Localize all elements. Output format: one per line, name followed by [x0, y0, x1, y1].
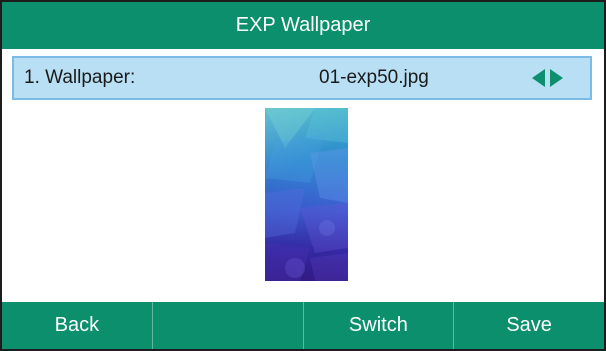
triangle-right-icon[interactable] [550, 69, 563, 87]
wallpaper-setting-row[interactable]: 1. Wallpaper: 01-exp50.jpg [12, 56, 592, 100]
triangle-left-icon[interactable] [532, 69, 545, 87]
switch-softkey[interactable]: Switch [304, 302, 455, 349]
wallpaper-setting-value: 01-exp50.jpg [319, 67, 429, 88]
back-softkey[interactable]: Back [2, 302, 153, 349]
empty-softkey[interactable] [153, 302, 304, 349]
screen-title: EXP Wallpaper [2, 2, 604, 49]
wallpaper-preview-image [265, 108, 348, 281]
wallpaper-setting-label: 1. Wallpaper: [24, 67, 136, 88]
wallpaper-facets [265, 108, 348, 281]
save-softkey[interactable]: Save [454, 302, 604, 349]
softkey-bar: Back Switch Save [2, 302, 604, 349]
phone-screen: EXP Wallpaper 1. Wallpaper: 01-exp50.jpg… [0, 0, 606, 351]
